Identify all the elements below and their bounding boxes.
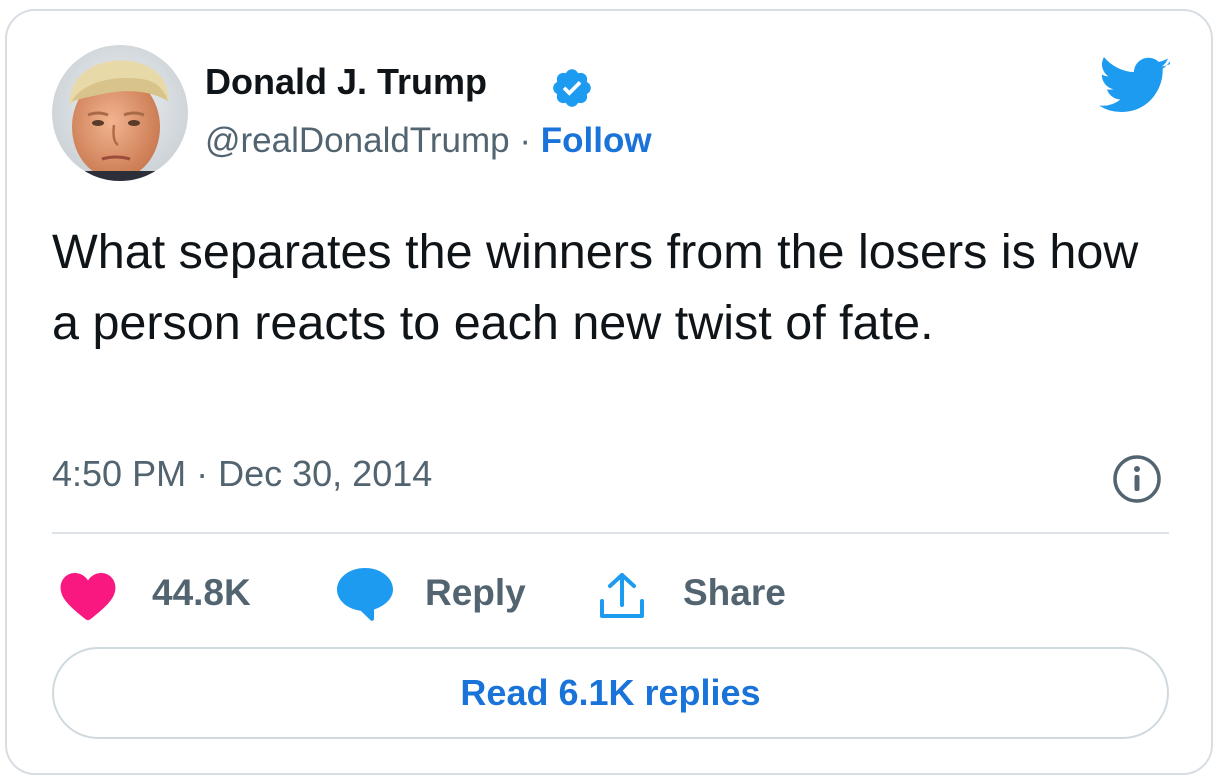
reply-button[interactable]: Reply xyxy=(335,566,565,626)
divider xyxy=(52,532,1169,534)
heart-icon xyxy=(60,573,116,621)
twitter-bird-icon[interactable] xyxy=(1099,57,1171,117)
avatar[interactable] xyxy=(52,45,188,181)
user-handle[interactable]: @realDonaldTrump xyxy=(205,121,510,160)
read-replies-button[interactable]: Read 6.1K replies xyxy=(52,647,1169,739)
handle-row: @realDonaldTrump · Follow xyxy=(205,121,652,161)
handle-separator: · xyxy=(519,121,532,160)
share-label: Share xyxy=(683,572,786,613)
tweet-timestamp[interactable]: 4:50 PM · Dec 30, 2014 xyxy=(52,453,432,495)
tweet-card: Donald J. Trump @realDonaldTrump · Follo… xyxy=(5,9,1213,775)
verified-badge-icon xyxy=(553,69,591,107)
like-button[interactable]: 44.8K xyxy=(60,566,290,626)
info-icon[interactable] xyxy=(1110,452,1164,506)
tweet-date: Dec 30, 2014 xyxy=(218,453,433,494)
share-button[interactable]: Share xyxy=(598,566,828,626)
follow-link[interactable]: Follow xyxy=(541,121,652,160)
display-name[interactable]: Donald J. Trump xyxy=(205,61,487,103)
timestamp-separator: · xyxy=(196,453,209,494)
share-upload-icon xyxy=(600,573,644,618)
like-count: 44.8K xyxy=(152,572,251,613)
speech-bubble-icon xyxy=(337,568,393,621)
tweet-time: 4:50 PM xyxy=(52,453,187,494)
reply-label: Reply xyxy=(425,572,526,613)
tweet-text: What separates the winners from the lose… xyxy=(52,225,1139,350)
avatar-image xyxy=(52,45,188,181)
